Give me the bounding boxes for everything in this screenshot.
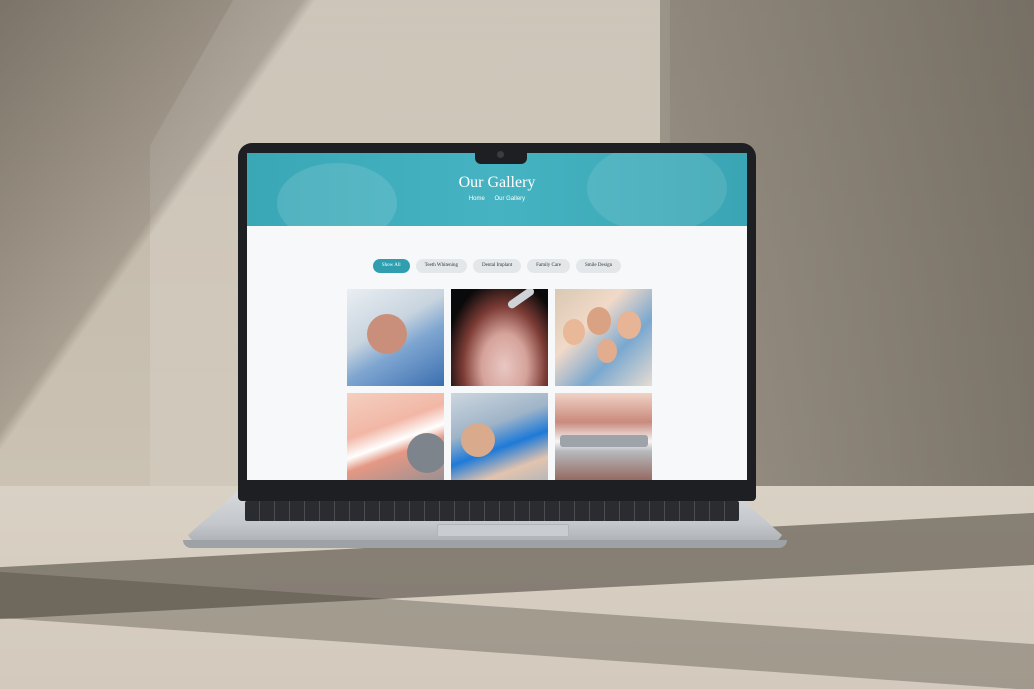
laptop-keyboard	[245, 501, 739, 521]
gallery-image-dentist-examining-patient[interactable]	[347, 289, 444, 386]
gallery-image-smile-dental-tool[interactable]	[347, 393, 444, 480]
hero-background-figure	[587, 153, 727, 233]
gallery-image-dental-probe[interactable]	[451, 289, 548, 386]
laptop-screen: Our Gallery Home Our Gallery Show All Te…	[247, 153, 747, 480]
filter-smile-design-button[interactable]: Smile Design	[575, 259, 622, 273]
gallery-filter-bar: Show All Teeth Whitening Dental Implant …	[247, 259, 747, 273]
breadcrumb-home-link[interactable]: Home	[469, 196, 485, 202]
filter-teeth-whitening-button[interactable]: Teeth Whitening	[415, 259, 467, 273]
gallery-image-orthodontic-braces[interactable]	[555, 393, 652, 480]
gallery-image-smiling-family[interactable]	[555, 289, 652, 386]
breadcrumb: Home Our Gallery	[247, 196, 747, 202]
laptop-trackpad	[437, 524, 569, 537]
breadcrumb-current: Our Gallery	[494, 196, 526, 202]
filter-dental-implant-button[interactable]: Dental Implant	[472, 259, 522, 273]
gallery-image-child-treatment[interactable]	[451, 393, 548, 480]
page-title: Our Gallery	[458, 174, 536, 191]
laptop-base-edge	[183, 540, 787, 548]
filter-family-care-button[interactable]: Family Care	[527, 259, 570, 273]
filter-show-all-button[interactable]: Show All	[372, 259, 410, 273]
gallery-grid	[347, 289, 653, 480]
camera-icon	[497, 151, 504, 158]
